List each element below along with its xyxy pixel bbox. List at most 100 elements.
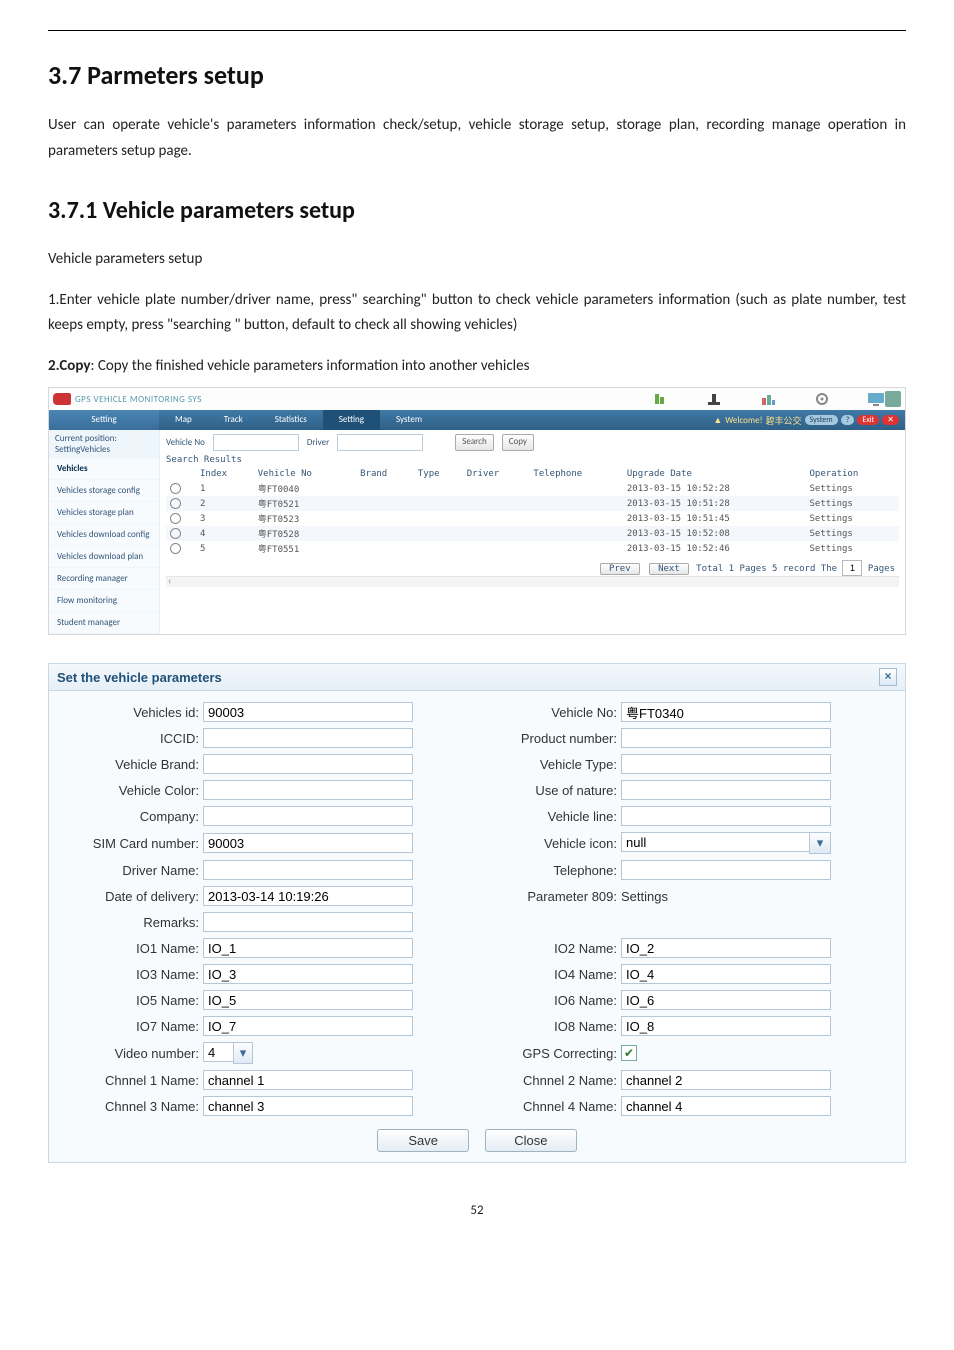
table-row[interactable]: 1粤FT00402013-03-15 10:52:28Settings (166, 481, 899, 496)
nav-statistics[interactable]: Statistics (259, 410, 323, 430)
nav-map[interactable]: Map (159, 410, 208, 430)
toolbar-icon[interactable] (759, 391, 777, 407)
settings-sidebar: Current position: SettingVehicles Vehicl… (49, 430, 160, 634)
io4-label: IO4 Name: (477, 967, 621, 982)
product-number-input[interactable] (621, 728, 831, 748)
io1-input[interactable] (203, 938, 413, 958)
vehicle-color-label: Vehicle Color: (59, 783, 203, 798)
sidebar-item-storage-config[interactable]: Vehicles storage config (49, 480, 159, 502)
driver-label: Driver (307, 437, 329, 448)
telephone-label: Telephone: (477, 863, 621, 878)
channel2-label: Chnnel 2 Name: (477, 1073, 621, 1088)
io6-input[interactable] (621, 990, 831, 1010)
video-number-select[interactable] (203, 1042, 233, 1062)
close-button[interactable]: Close (485, 1129, 577, 1152)
io7-input[interactable] (203, 1016, 413, 1036)
row-radio[interactable] (170, 483, 181, 494)
nav-setting[interactable]: Setting (323, 410, 380, 430)
gear-icon[interactable] (813, 391, 831, 407)
param809-label: Parameter 809: (477, 889, 621, 904)
io8-input[interactable] (621, 1016, 831, 1036)
vehicle-type-input[interactable] (621, 754, 831, 774)
table-row[interactable]: 3粤FT05232013-03-15 10:51:45Settings (166, 511, 899, 526)
prev-button[interactable]: Prev (600, 563, 640, 575)
sidebar-item-student-manager[interactable]: Student manager (49, 612, 159, 634)
page-input[interactable] (842, 560, 862, 576)
horizontal-scrollbar[interactable] (166, 576, 899, 587)
gps-correcting-checkbox[interactable]: ✔ (621, 1045, 637, 1061)
sidebar-item-download-config[interactable]: Vehicles download config (49, 524, 159, 546)
paragraph: 2.Copy: Copy the finished vehicle parame… (48, 354, 906, 380)
vehicle-color-input[interactable] (203, 780, 413, 800)
vehicle-brand-input[interactable] (203, 754, 413, 774)
sidebar-item-storage-plan[interactable]: Vehicles storage plan (49, 502, 159, 524)
param809-link[interactable]: Settings (621, 889, 668, 904)
vehicle-line-input[interactable] (621, 806, 831, 826)
search-button[interactable]: Search (455, 434, 493, 451)
col-telephone: Telephone (529, 467, 622, 481)
io2-input[interactable] (621, 938, 831, 958)
row-radio[interactable] (170, 528, 181, 539)
results-heading: Search Results (166, 455, 899, 465)
corner-icon[interactable] (885, 391, 901, 407)
toolbar-icon[interactable] (651, 391, 669, 407)
table-row[interactable]: 5粤FT05512013-03-15 10:52:46Settings (166, 541, 899, 556)
toolbar-icon[interactable] (705, 391, 723, 407)
next-button[interactable]: Next (649, 563, 689, 575)
chevron-down-icon[interactable]: ▾ (233, 1042, 253, 1064)
telephone-input[interactable] (621, 860, 831, 880)
row-radio[interactable] (170, 543, 181, 554)
nav-track[interactable]: Track (208, 410, 259, 430)
help-pill[interactable]: ? (841, 415, 855, 425)
driver-name-input[interactable] (203, 860, 413, 880)
iccid-input[interactable] (203, 728, 413, 748)
chevron-down-icon[interactable]: ▾ (809, 832, 831, 854)
io4-input[interactable] (621, 964, 831, 984)
vehicle-no-input[interactable] (213, 434, 299, 451)
remarks-input[interactable] (203, 912, 413, 932)
vehicle-icon-select[interactable] (621, 832, 809, 852)
system-pill[interactable]: System (805, 415, 838, 425)
copy-button[interactable]: Copy (502, 434, 534, 451)
row-radio[interactable] (170, 513, 181, 524)
pager-summary: Total 1 Pages 5 record The (696, 564, 837, 574)
table-row[interactable]: 2粤FT05212013-03-15 10:51:28Settings (166, 496, 899, 511)
close-icon[interactable]: × (879, 668, 897, 686)
product-name: GPS VEHICLE MONITORING SYS (75, 394, 627, 405)
sim-card-label: SIM Card number: (59, 836, 203, 851)
io3-label: IO3 Name: (59, 967, 203, 982)
col-driver: Driver (463, 467, 530, 481)
company-input[interactable] (203, 806, 413, 826)
table-row[interactable]: 4粤FT05282013-03-15 10:52:08Settings (166, 526, 899, 541)
section-heading: 3.7 Parmeters setup (48, 59, 906, 91)
vehicle-no-input[interactable] (621, 702, 831, 722)
save-button[interactable]: Save (377, 1129, 469, 1152)
channel1-input[interactable] (203, 1070, 413, 1090)
io3-input[interactable] (203, 964, 413, 984)
sim-card-input[interactable] (203, 833, 413, 853)
monitor-icon[interactable] (867, 391, 885, 407)
channel4-input[interactable] (621, 1096, 831, 1116)
driver-input[interactable] (337, 434, 423, 451)
col-vehicle-no: Vehicle No (254, 467, 356, 481)
use-of-nature-input[interactable] (621, 780, 831, 800)
main-nav: Setting Map Track Statistics Setting Sys… (49, 410, 905, 430)
vehicles-id-input[interactable] (203, 702, 413, 722)
sidebar-item-flow-monitoring[interactable]: Flow monitoring (49, 590, 159, 612)
io5-input[interactable] (203, 990, 413, 1010)
sidebar-item-recording-manager[interactable]: Recording manager (49, 568, 159, 590)
io5-label: IO5 Name: (59, 993, 203, 1008)
breadcrumb: Current position: SettingVehicles (49, 430, 159, 458)
sidebar-item-vehicles[interactable]: Vehicles (49, 458, 159, 480)
vehicle-line-label: Vehicle line: (477, 809, 621, 824)
exit-pill[interactable]: Exit (857, 415, 879, 425)
close-pill[interactable]: ✕ (882, 415, 899, 425)
results-table: Index Vehicle No Brand Type Driver Telep… (166, 467, 899, 556)
delivery-date-input[interactable] (203, 886, 413, 906)
row-radio[interactable] (170, 498, 181, 509)
nav-system[interactable]: System (380, 410, 438, 430)
col-type: Type (414, 467, 463, 481)
sidebar-item-download-plan[interactable]: Vehicles download plan (49, 546, 159, 568)
channel2-input[interactable] (621, 1070, 831, 1090)
channel3-input[interactable] (203, 1096, 413, 1116)
